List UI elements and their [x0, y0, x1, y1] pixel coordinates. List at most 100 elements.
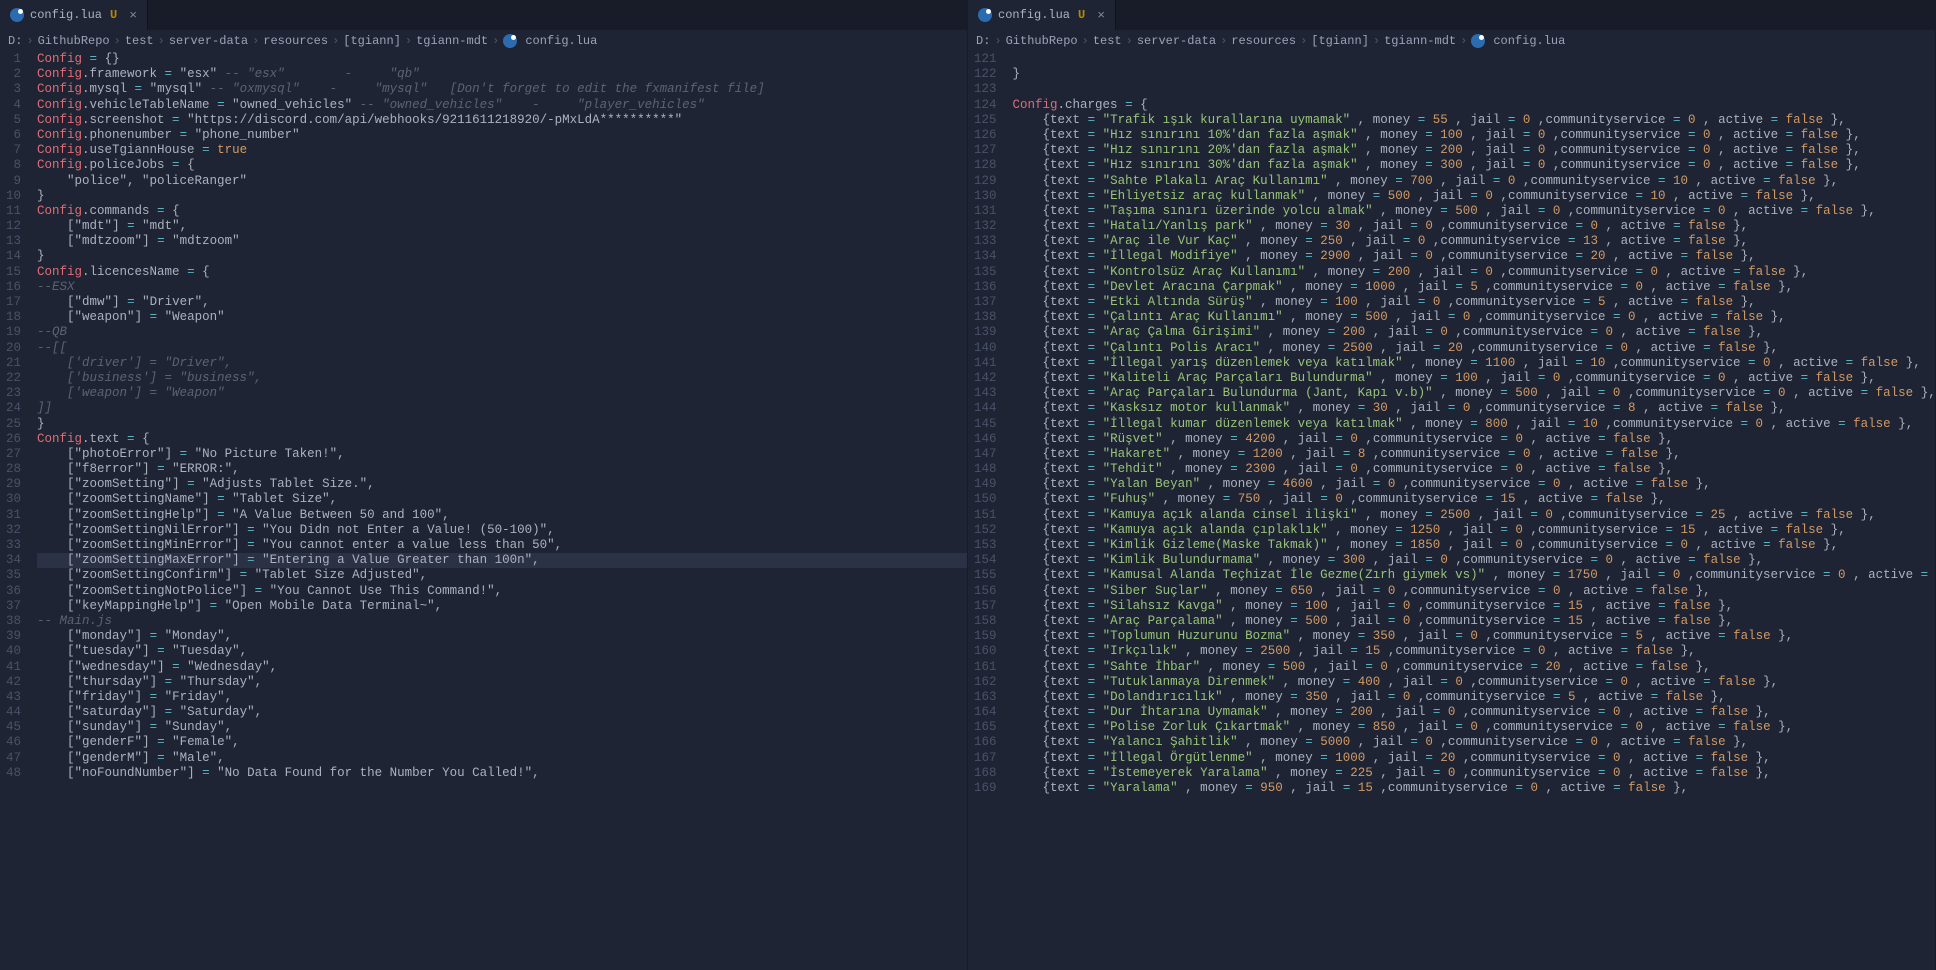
code-line[interactable]: ['weapon'] = "Weapon": [37, 386, 967, 401]
code-line[interactable]: "police", "policeRanger": [37, 174, 967, 189]
code-line[interactable]: -- Main.js: [37, 614, 967, 629]
code-line[interactable]: ["zoomSettingMinError"] = "You cannot en…: [37, 538, 967, 553]
code-line[interactable]: {text = "Yaralama" , money = 950 , jail …: [1013, 781, 1935, 796]
code-line[interactable]: [1013, 82, 1935, 97]
code-line[interactable]: ["wednesday"] = "Wednesday",: [37, 660, 967, 675]
code-line[interactable]: ["monday"] = "Monday",: [37, 629, 967, 644]
code-line[interactable]: ["zoomSettingConfirm"] = "Tablet Size Ad…: [37, 568, 967, 583]
code-line[interactable]: {text = "Hız sınırını 10%'dan fazla aşma…: [1013, 128, 1935, 143]
breadcrumb-segment[interactable]: test: [1093, 34, 1122, 48]
breadcrumb-segment[interactable]: server-data: [169, 34, 248, 48]
code-line[interactable]: ["weapon"] = "Weapon": [37, 310, 967, 325]
code-line[interactable]: ]]: [37, 401, 967, 416]
code-line[interactable]: {text = "Araç Parçaları Bulundurma (Jant…: [1013, 386, 1935, 401]
code-line[interactable]: ["tuesday"] = "Tuesday",: [37, 644, 967, 659]
breadcrumb-segment[interactable]: D:: [8, 34, 22, 48]
code-line[interactable]: {text = "Çalıntı Polis Aracı" , money = …: [1013, 341, 1935, 356]
code-line[interactable]: ["thursday"] = "Thursday",: [37, 675, 967, 690]
code-line[interactable]: {text = "Devlet Aracına Çarpmak" , money…: [1013, 280, 1935, 295]
code-line[interactable]: {text = "İllegal Modifiye" , money = 290…: [1013, 249, 1935, 264]
code-line[interactable]: {text = "Araç ile Vur Kaç" , money = 250…: [1013, 234, 1935, 249]
code-line[interactable]: {text = "Hakaret" , money = 1200 , jail …: [1013, 447, 1935, 462]
code-line[interactable]: {text = "İllegal yarış düzenlemek veya k…: [1013, 356, 1935, 371]
code-line[interactable]: {text = "Yalancı Şahitlik" , money = 500…: [1013, 735, 1935, 750]
code-line[interactable]: {text = "Kasksız motor kullanmak" , mone…: [1013, 401, 1935, 416]
code-line[interactable]: Config.charges = {: [1013, 98, 1935, 113]
code-line[interactable]: Config = {}: [37, 52, 967, 67]
code-line[interactable]: Config.screenshot = "https://discord.com…: [37, 113, 967, 128]
code-line[interactable]: ["genderM"] = "Male",: [37, 751, 967, 766]
tab-config-right[interactable]: config.lua U ×: [968, 0, 1116, 30]
breadcrumb-segment[interactable]: GithubRepo: [38, 34, 110, 48]
code-line[interactable]: {text = "Yalan Beyan" , money = 4600 , j…: [1013, 477, 1935, 492]
code-line[interactable]: ["friday"] = "Friday",: [37, 690, 967, 705]
breadcrumb-segment[interactable]: D:: [976, 34, 990, 48]
code-line[interactable]: {text = "Rüşvet" , money = 4200 , jail =…: [1013, 432, 1935, 447]
code-content-right[interactable]: } Config.charges = { {text = "Trafik ışı…: [1011, 52, 1935, 970]
code-line[interactable]: }: [1013, 67, 1935, 82]
code-line[interactable]: {text = "Dolandırıcılık" , money = 350 ,…: [1013, 690, 1935, 705]
code-line[interactable]: Config.phonenumber = "phone_number": [37, 128, 967, 143]
breadcrumb-segment[interactable]: resources: [263, 34, 328, 48]
code-line[interactable]: {text = "Kaliteli Araç Parçaları Bulundu…: [1013, 371, 1935, 386]
breadcrumb-segment[interactable]: config.lua: [1493, 34, 1565, 48]
code-line[interactable]: {text = "Dur İhtarına Uymamak" , money =…: [1013, 705, 1935, 720]
code-line[interactable]: {text = "Kamuya açık alanda çıplaklık" ,…: [1013, 523, 1935, 538]
code-line[interactable]: ["zoomSetting"] = "Adjusts Tablet Size."…: [37, 477, 967, 492]
code-line[interactable]: {text = "Toplumun Huzurunu Bozma" , mone…: [1013, 629, 1935, 644]
breadcrumb-segment[interactable]: server-data: [1137, 34, 1216, 48]
code-line[interactable]: {text = "Taşıma sınırı üzerinde yolcu al…: [1013, 204, 1935, 219]
code-line[interactable]: {text = "İstemeyerek Yaralama" , money =…: [1013, 766, 1935, 781]
code-line[interactable]: Config.policeJobs = {: [37, 158, 967, 173]
breadcrumb-segment[interactable]: test: [125, 34, 154, 48]
code-line[interactable]: {text = "Kamusal Alanda Teçhizat İle Gez…: [1013, 568, 1935, 583]
close-icon[interactable]: ×: [129, 8, 137, 23]
code-line[interactable]: {text = "Araç Parçalama" , money = 500 ,…: [1013, 614, 1935, 629]
code-line[interactable]: ["zoomSettingMaxError"] = "Entering a Va…: [37, 553, 967, 568]
close-icon[interactable]: ×: [1097, 8, 1105, 23]
code-line[interactable]: {text = "Çalıntı Araç Kullanımı" , money…: [1013, 310, 1935, 325]
code-line[interactable]: ["genderF"] = "Female",: [37, 735, 967, 750]
code-line[interactable]: Config.licencesName = {: [37, 265, 967, 280]
code-line[interactable]: {text = "Kimlik Bulundurmama" , money = …: [1013, 553, 1935, 568]
code-line[interactable]: }: [37, 417, 967, 432]
code-line[interactable]: {text = "Kontrolsüz Araç Kullanımı" , mo…: [1013, 265, 1935, 280]
code-area-right[interactable]: 1211221231241251261271281291301311321331…: [968, 52, 1935, 970]
code-line[interactable]: {text = "Kimlik Gizleme(Maske Takmak)" ,…: [1013, 538, 1935, 553]
code-line[interactable]: {text = "Polise Zorluk Çıkartmak" , mone…: [1013, 720, 1935, 735]
code-line[interactable]: ["keyMappingHelp"] = "Open Mobile Data T…: [37, 599, 967, 614]
breadcrumb-segment[interactable]: resources: [1231, 34, 1296, 48]
breadcrumb-segment[interactable]: [tgiann]: [1311, 34, 1369, 48]
code-line[interactable]: {text = "Ehliyetsiz araç kullanmak" , mo…: [1013, 189, 1935, 204]
code-line[interactable]: ['driver'] = "Driver",: [37, 356, 967, 371]
code-line[interactable]: }: [37, 189, 967, 204]
code-line[interactable]: ["mdt"] = "mdt",: [37, 219, 967, 234]
breadcrumb-left[interactable]: D:›GithubRepo›test›server-data›resources…: [0, 30, 967, 52]
breadcrumb-segment[interactable]: [tgiann]: [343, 34, 401, 48]
code-line[interactable]: --[[: [37, 341, 967, 356]
code-line[interactable]: {text = "Siber Suçlar" , money = 650 , j…: [1013, 584, 1935, 599]
code-line[interactable]: ['business'] = "business",: [37, 371, 967, 386]
code-line[interactable]: ["dmw"] = "Driver",: [37, 295, 967, 310]
code-line[interactable]: Config.mysql = "mysql" -- "oxmysql" - "m…: [37, 82, 967, 97]
code-line[interactable]: Config.useTgiannHouse = true: [37, 143, 967, 158]
code-line[interactable]: Config.framework = "esx" -- "esx" - "qb": [37, 67, 967, 82]
code-line[interactable]: ["zoomSettingNilError"] = "You Didn not …: [37, 523, 967, 538]
code-line[interactable]: ["saturday"] = "Saturday",: [37, 705, 967, 720]
code-line[interactable]: Config.vehicleTableName = "owned_vehicle…: [37, 98, 967, 113]
code-line[interactable]: ["noFoundNumber"] = "No Data Found for t…: [37, 766, 967, 781]
code-area-left[interactable]: 1234567891011121314151617181920212223242…: [0, 52, 967, 970]
code-line[interactable]: {text = "Araç Çalma Girişimi" , money = …: [1013, 325, 1935, 340]
code-line[interactable]: {text = "Etki Altında Sürüş" , money = 1…: [1013, 295, 1935, 310]
code-line[interactable]: ["zoomSettingHelp"] = "A Value Between 5…: [37, 508, 967, 523]
code-line[interactable]: {text = "Hatalı/Yanlış park" , money = 3…: [1013, 219, 1935, 234]
code-line[interactable]: {text = "Fuhuş" , money = 750 , jail = 0…: [1013, 492, 1935, 507]
breadcrumb-right[interactable]: D:›GithubRepo›test›server-data›resources…: [968, 30, 1935, 52]
breadcrumb-segment[interactable]: tgiann-mdt: [416, 34, 488, 48]
code-line[interactable]: ["zoomSettingName"] = "Tablet Size",: [37, 492, 967, 507]
tab-config-left[interactable]: config.lua U ×: [0, 0, 148, 30]
code-line[interactable]: {text = "Hız sınırını 20%'dan fazla aşma…: [1013, 143, 1935, 158]
code-line[interactable]: }: [37, 249, 967, 264]
code-line[interactable]: ["f8error"] = "ERROR:",: [37, 462, 967, 477]
breadcrumb-segment[interactable]: config.lua: [525, 34, 597, 48]
